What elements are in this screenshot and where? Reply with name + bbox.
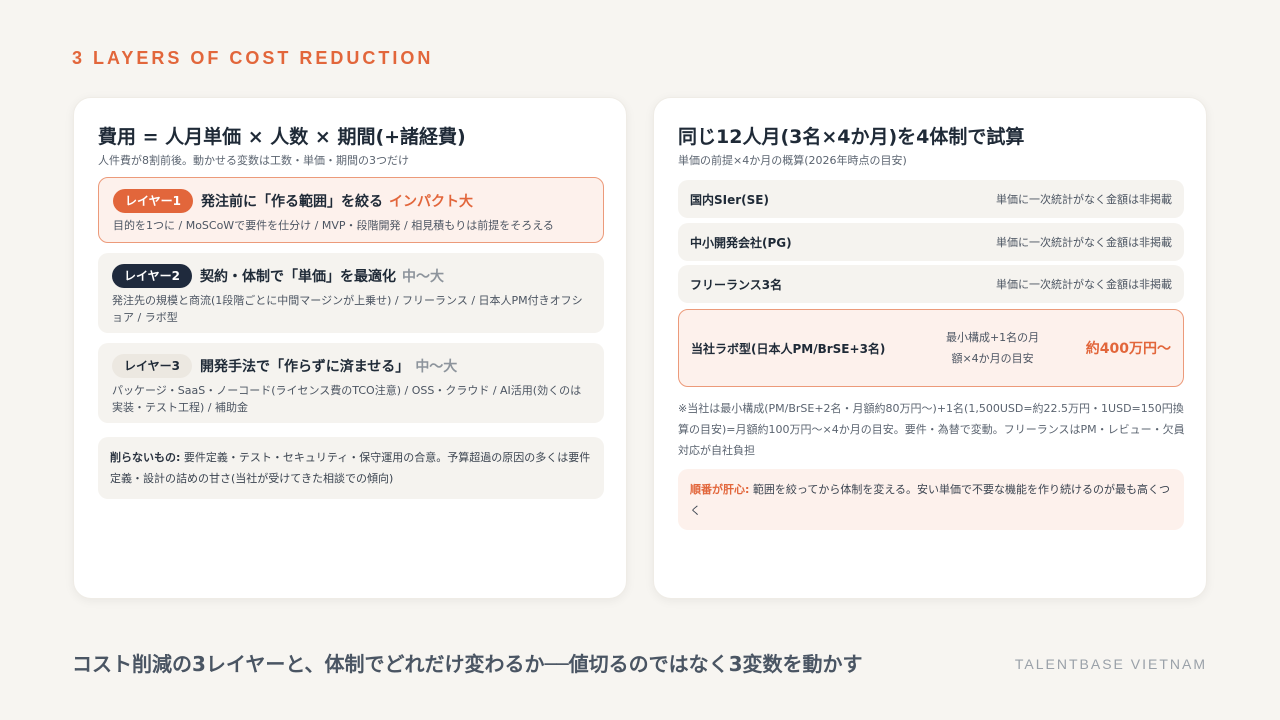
layer-2-body: 発注先の規模と商流(1段階ごとに中間マージンが上乗せ) / フリーランス / 日…: [112, 294, 583, 324]
row-name: フリーランス3名: [690, 277, 783, 292]
order-tip: 順番が肝心: 範囲を絞ってから体制を変える。安い単価で不要な機能を作り続けるのが…: [678, 469, 1184, 530]
layer-1-title: 発注前に「作る範囲」を絞る: [201, 194, 383, 210]
row-value: 単価に一次統計がなく金額は非掲載: [996, 236, 1172, 249]
layer-1-tag: レイヤー1: [113, 189, 193, 213]
our-lab-row: 当社ラボ型(日本人PM/BrSE+3名) 最小構成+1名の月額×4か月の目安 約…: [678, 309, 1184, 387]
row-name: 中小開発会社(PG): [690, 235, 792, 250]
comparison-row: 中小開発会社(PG) 単価に一次統計がなく金額は非掲載: [678, 223, 1184, 261]
layer-2-impact: 中〜大: [402, 269, 444, 285]
card-title: 同じ12人月(3名×4か月)を4体制で試算: [678, 126, 1025, 148]
layer-3-body: パッケージ・SaaS・ノーコード(ライセンス費のTCO注意) / OSS・クラウ…: [112, 384, 582, 414]
layer-1-box: レイヤー1 発注前に「作る範囲」を絞る インパクト大 目的を1つに / MoSC…: [98, 177, 604, 243]
layer-3-box: レイヤー3 開発手法で「作らずに済ませる」 中〜大 パッケージ・SaaS・ノーコ…: [98, 343, 604, 423]
row-name: 当社ラボ型(日本人PM/BrSE+3名): [691, 341, 886, 356]
layer-2-box: レイヤー2 契約・体制で「単価」を最適化 中〜大 発注先の規模と商流(1段階ごと…: [98, 253, 604, 333]
layer-3-tag: レイヤー3: [112, 354, 192, 378]
card-subtitle: 人件費が8割前後。動かせる変数は工数・単価・期間の3つだけ: [98, 154, 409, 167]
footnote: ※当社は最小構成(PM/BrSE+2名・月額約80万円〜)+1名(1,500US…: [678, 402, 1185, 457]
layer-2-title: 契約・体制で「単価」を最適化: [200, 269, 396, 285]
row-basis: 最小構成+1名の月額×4か月の目安: [945, 331, 1040, 365]
row-value: 単価に一次統計がなく金額は非掲載: [996, 278, 1172, 291]
row-price: 約400万円〜: [1085, 341, 1171, 357]
row-name: 国内SIer(SE): [690, 192, 769, 207]
brand-wordmark: TALENTBASE VIETNAM: [1014, 656, 1207, 672]
card-subtitle: 単価の前提×4か月の概算(2026年時点の目安): [678, 154, 907, 167]
keep-note-text: 要件定義・テスト・セキュリティ・保守運用の合意。予算超過の原因の多くは要件定義・…: [110, 451, 591, 485]
layer-1-impact: インパクト大: [389, 194, 473, 210]
layer-3-impact: 中〜大: [415, 359, 458, 375]
layer-2-tag: レイヤー2: [112, 264, 192, 288]
order-tip-text: 範囲を絞ってから体制を変える。安い単価で不要な機能を作り続けるのが最も高くつく: [690, 483, 1171, 517]
layer-3-title: 開発手法で「作らずに済ませる」: [200, 359, 410, 375]
keep-note: 削らないもの: 要件定義・テスト・セキュリティ・保守運用の合意。予算超過の原因の…: [98, 437, 604, 499]
comparison-row: 国内SIer(SE) 単価に一次統計がなく金額は非掲載: [678, 180, 1184, 218]
comparison-card: 同じ12人月(3名×4か月)を4体制で試算 単価の前提×4か月の概算(2026年…: [653, 97, 1207, 599]
section-eyebrow: 3 LAYERS OF COST REDUCTION: [72, 48, 434, 68]
layer-1-body: 目的を1つに / MoSCoWで要件を仕分け / MVP・段階開発 / 相見積も…: [113, 219, 554, 232]
order-tip-label: 順番が肝心:: [690, 483, 750, 496]
slide-caption: コスト削減の3レイヤーと、体制でどれだけ変わるか──値切るのではなく3変数を動か…: [72, 652, 863, 676]
row-value: 単価に一次統計がなく金額は非掲載: [996, 193, 1172, 206]
comparison-row: フリーランス3名 単価に一次統計がなく金額は非掲載: [678, 265, 1184, 303]
keep-note-label: 削らないもの:: [110, 451, 181, 464]
cost-formula-card: 費用 = 人月単価 × 人数 × 期間(+諸経費) 人件費が8割前後。動かせる変…: [73, 97, 627, 599]
card-title: 費用 = 人月単価 × 人数 × 期間(+諸経費): [98, 126, 466, 148]
